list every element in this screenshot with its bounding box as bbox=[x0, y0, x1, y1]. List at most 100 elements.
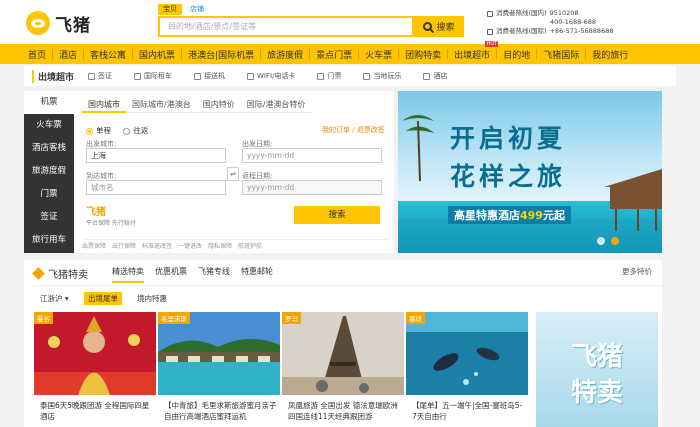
subnav-title[interactable]: 出境超市 bbox=[32, 69, 74, 83]
radio-checked-icon bbox=[86, 127, 93, 135]
nav-outbound-market[interactable]: 出境超市 HOT bbox=[448, 40, 499, 61]
banner-title-2: 花样之旅 bbox=[450, 162, 567, 191]
subnav-tickets[interactable]: 门票 bbox=[317, 71, 341, 81]
nav-group-buy[interactable]: 团购特卖 bbox=[399, 48, 447, 61]
nav-intl-flight[interactable]: 港澳台|国际机票 bbox=[182, 48, 260, 61]
side-car[interactable]: 旅行用车 bbox=[24, 229, 74, 252]
ticket-icon bbox=[317, 72, 325, 80]
radio-oneway[interactable]: 单程 bbox=[86, 126, 111, 135]
subtab-domestic[interactable]: 境内特惠 bbox=[137, 293, 167, 304]
deal-card[interactable]: 罗马 凤凰旅游 全国出发 德法意瑞欧洲四国连线11天经典跟团游 bbox=[282, 312, 404, 427]
deal-tag: 毛里求斯 bbox=[158, 312, 190, 324]
hotline-label: 消费者热线(国际) bbox=[496, 27, 547, 35]
guarantee-item: 出票保障 bbox=[82, 242, 107, 250]
tab-domestic[interactable]: 国内城市 bbox=[82, 97, 126, 113]
hotline: 消费者热线(国内) 9510208 400-1688-688 消费者热线(国际) +… bbox=[487, 9, 617, 36]
tab-cruise[interactable]: 特惠邮轮 bbox=[241, 266, 273, 283]
subnav-label: WIFI/电话卡 bbox=[257, 72, 296, 80]
search-tab-item[interactable]: 宝贝 bbox=[158, 4, 182, 15]
hotline-number: +86-571-56888688 bbox=[549, 27, 614, 35]
search-button-label: 搜索 bbox=[436, 23, 455, 33]
subtab-outbound[interactable]: 出境尾单 bbox=[84, 292, 122, 305]
nav-my-trip[interactable]: 我的旅行 bbox=[586, 48, 634, 61]
tab-international[interactable]: 国际城市/港澳台 bbox=[126, 97, 197, 113]
tab-flight-deals[interactable]: 优惠机票 bbox=[155, 266, 187, 283]
deal-title: 【尾单】五一端午|全国-塞班岛5-7天自由行 bbox=[412, 401, 523, 421]
tag-icon bbox=[32, 267, 45, 280]
nav-train[interactable]: 火车票 bbox=[359, 48, 398, 61]
tab-intl-deals[interactable]: 国际/港澳台特价 bbox=[240, 97, 312, 113]
subnav-label: 酒店 bbox=[433, 72, 448, 80]
order-links[interactable]: 我的订单 / 退票改签 bbox=[322, 125, 385, 135]
search-input[interactable]: 目的地/酒店/景点/签证等 bbox=[158, 16, 414, 37]
subnav-transfer[interactable]: 接送机 bbox=[194, 71, 225, 81]
subnav-car-rental[interactable]: 国际租车 bbox=[134, 71, 172, 81]
deal-title: 泰国6天5晚跟团游 全程国际四星酒店 bbox=[40, 401, 150, 421]
side-train[interactable]: 火车票 bbox=[24, 114, 74, 137]
trip-type: 单程 往返 bbox=[86, 125, 148, 136]
radio-label: 单程 bbox=[96, 126, 111, 135]
promo-banner[interactable]: 开启初夏 花样之旅 高星特惠酒店499元起 bbox=[398, 91, 662, 253]
nav-inn[interactable]: 客栈公寓 bbox=[84, 48, 132, 61]
more-deals-link[interactable]: 更多特价 bbox=[622, 266, 652, 277]
side-flight[interactable]: 机票 bbox=[24, 91, 74, 114]
deal-card[interactable]: 毛里求斯 【中青旅】毛里求斯旅游蜜月亲子自由行高端酒店蜜拜运机 bbox=[158, 312, 280, 427]
nav-vacation[interactable]: 旅游度假 bbox=[261, 48, 309, 61]
deal-tag: 罗马 bbox=[282, 312, 301, 324]
subnav-local-fun[interactable]: 当地玩乐 bbox=[363, 71, 401, 81]
outbound-subnav: 出境超市 签证 国际租车 接送机 WIFI/电话卡 门票 当地玩乐 酒店 bbox=[24, 66, 676, 86]
deal-card[interactable]: 曼谷 泰国6天5晚跟团游 全程国际四星酒店 bbox=[34, 312, 156, 427]
nav-fliggy-intl[interactable]: 飞猪国际 bbox=[537, 48, 585, 61]
guarantee-item: 航班护航 bbox=[238, 242, 263, 250]
deal-title: 【中青旅】毛里求斯旅游蜜月亲子自由行高端酒店蜜拜运机 bbox=[164, 401, 277, 421]
wifi-icon bbox=[247, 72, 255, 80]
nav-hotel[interactable]: 酒店 bbox=[53, 48, 83, 61]
deal-image bbox=[282, 312, 404, 395]
subnav-hotel[interactable]: 酒店 bbox=[423, 71, 447, 81]
guarantee-item: 一键退改 bbox=[178, 242, 203, 250]
flight-search-button[interactable]: 搜索 bbox=[294, 206, 380, 224]
nav-tickets[interactable]: 景点门票 bbox=[310, 48, 358, 61]
depart-date-input[interactable]: yyyy-mm-dd bbox=[242, 148, 382, 163]
deal-image bbox=[406, 312, 528, 395]
to-city-input[interactable]: 城市名 bbox=[86, 180, 226, 195]
subnav-label: 国际租车 bbox=[144, 72, 173, 80]
region-filter[interactable]: 江浙沪 ▾ bbox=[40, 293, 69, 304]
phone-icon bbox=[487, 28, 493, 35]
subnav-visa[interactable]: 签证 bbox=[88, 71, 112, 81]
guarantee-logo-text: 飞猪 bbox=[86, 207, 106, 218]
hotel-icon bbox=[423, 72, 431, 80]
nav-domestic-flight[interactable]: 国内机票 bbox=[133, 48, 181, 61]
nav-outbound-label: 出境超市 bbox=[454, 50, 491, 61]
search-tab-shop[interactable]: 店铺 bbox=[185, 4, 209, 15]
radio-unchecked-icon bbox=[123, 127, 131, 135]
search-type-tabs: 宝贝 店铺 bbox=[158, 4, 209, 15]
subnav-wifi[interactable]: WIFI/电话卡 bbox=[247, 71, 295, 81]
featured-header: 飞猪特卖 bbox=[32, 266, 88, 281]
swap-icon[interactable]: ⇌ bbox=[227, 167, 239, 181]
tab-selected-deals[interactable]: 精选特卖 bbox=[112, 266, 144, 283]
side-tickets[interactable]: 门票 bbox=[24, 183, 74, 206]
radio-roundtrip[interactable]: 往返 bbox=[123, 126, 148, 135]
top-header: 飞猪 宝贝 店铺 目的地/酒店/景点/签证等 搜索 消费者热线(国内) 95102… bbox=[0, 0, 700, 44]
return-date-input[interactable]: yyyy-mm-dd bbox=[242, 180, 382, 195]
featured-tabs: 精选特卖 优惠机票 飞猪专线 特惠邮轮 bbox=[112, 266, 273, 283]
fliggy-logo[interactable]: 飞猪 bbox=[26, 10, 102, 36]
side-visa[interactable]: 签证 bbox=[24, 206, 74, 229]
nav-home[interactable]: 首页 bbox=[22, 48, 52, 61]
side-vacation[interactable]: 旅游度假 bbox=[24, 160, 74, 183]
side-hotel[interactable]: 酒店客栈 bbox=[24, 137, 74, 160]
tab-fliggy-line[interactable]: 飞猪专线 bbox=[198, 266, 230, 283]
tab-domestic-deals[interactable]: 国内特价 bbox=[196, 97, 241, 113]
promo-card[interactable]: 飞猪 特卖 bbox=[536, 312, 658, 427]
hotline-label: 消费者热线(国内) bbox=[496, 9, 547, 17]
deal-image bbox=[34, 312, 156, 395]
phone-icon bbox=[487, 10, 493, 17]
deal-card[interactable]: 塞班 【尾单】五一端午|全国-塞班岛5-7天自由行 bbox=[406, 312, 528, 427]
car-icon bbox=[134, 72, 142, 80]
search-button[interactable]: 搜索 bbox=[414, 16, 464, 37]
from-city-input[interactable]: 上海 bbox=[86, 148, 226, 163]
flight-tabs: 国内城市 国际城市/港澳台 国内特价 国际/港澳台特价 bbox=[82, 97, 312, 113]
deal-tag: 曼谷 bbox=[34, 312, 53, 324]
nav-destination[interactable]: 目的地 bbox=[497, 48, 536, 61]
